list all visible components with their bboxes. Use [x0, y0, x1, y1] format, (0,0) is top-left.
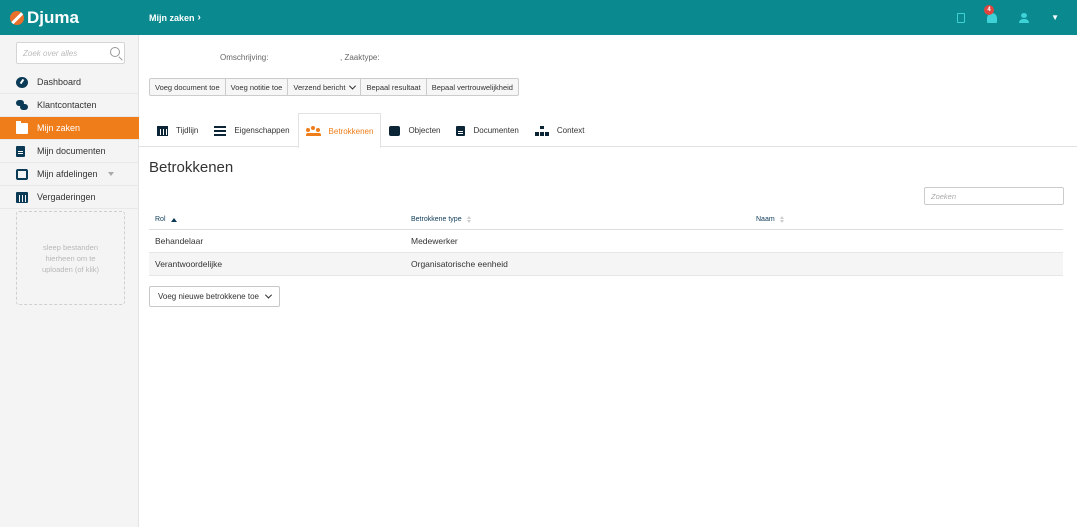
djuma-logo-icon — [10, 10, 24, 25]
sidebar-item-label: Klantcontacten — [37, 100, 97, 110]
sidebar-item-mijn-documenten[interactable]: Mijn documenten — [0, 140, 139, 163]
tab-eigenschappen[interactable]: Eigenschappen — [206, 113, 297, 147]
cell-rol: Verantwoordelijke — [155, 259, 223, 269]
cube-icon — [389, 125, 401, 136]
sort-icon — [466, 216, 472, 223]
sidebar-item-vergaderingen[interactable]: Vergaderingen — [0, 186, 139, 209]
tab-label: Eigenschappen — [234, 126, 290, 135]
table-row[interactable]: Behandelaar Medewerker — [149, 230, 1063, 253]
column-header-naam[interactable]: Naam — [750, 216, 1063, 223]
monitor-icon — [16, 168, 28, 180]
caret-down-icon[interactable] — [108, 172, 114, 176]
sidebar-item-klantcontacten[interactable]: Klantcontacten — [0, 94, 139, 117]
add-party-label: Voeg nieuwe betrokkene toe — [158, 292, 259, 301]
case-action-toolbar: Voeg document toe Voeg notitie toe Verze… — [149, 78, 519, 96]
set-confidentiality-button[interactable]: Bepaal vertrouwelijkheid — [427, 79, 518, 95]
upload-dropzone[interactable]: sleep bestanden hierheen om te uploaden … — [16, 211, 125, 305]
calendar-icon — [16, 191, 28, 203]
add-document-button[interactable]: Voeg document toe — [150, 79, 226, 95]
global-search-placeholder: Zoek over alles — [23, 48, 78, 58]
dropzone-text: sleep bestanden hierheen om te uploaden … — [41, 242, 100, 274]
cell-betrokkene-type: Organisatorische eenheid — [411, 259, 508, 269]
file-icon — [16, 145, 25, 157]
zaaktype-label: , Zaaktype: — [340, 53, 380, 62]
tab-tijdlijn[interactable]: Tijdlijn — [149, 113, 206, 147]
tab-objecten[interactable]: Objecten — [381, 113, 448, 147]
sidebar-item-label: Vergaderingen — [37, 192, 96, 202]
case-meta: Omschrijving: , Zaaktype: — [220, 53, 380, 62]
user-menu-button[interactable] — [1019, 12, 1030, 23]
sidebar-item-label: Mijn zaken — [37, 123, 81, 133]
case-tabs: Tijdlijn Eigenschappen Betrokkenen Objec… — [149, 113, 593, 148]
set-result-button[interactable]: Bepaal resultaat — [361, 79, 427, 95]
sidebar: Zoek over alles Dashboard Klantcontacten… — [0, 35, 139, 527]
search-icon[interactable] — [110, 47, 120, 57]
breadcrumb-mijn-zaken[interactable]: Mijn zaken — [149, 13, 195, 23]
notification-badge: 4 — [984, 4, 995, 15]
top-bar: Djuma Mijn zaken › 4 ▼ — [0, 0, 1077, 35]
calendar-icon — [157, 125, 168, 136]
tab-context[interactable]: Context — [527, 113, 593, 147]
tab-label: Documenten — [473, 126, 519, 135]
sidebar-nav: Dashboard Klantcontacten Mijn zaken Mijn… — [0, 71, 139, 209]
table-search-placeholder: Zoeken — [931, 191, 957, 201]
send-message-button[interactable]: Verzend bericht — [288, 79, 362, 95]
user-icon — [1019, 12, 1030, 23]
send-message-label: Verzend bericht — [293, 82, 346, 92]
sidebar-item-label: Mijn documenten — [37, 146, 106, 156]
chevron-down-icon — [264, 291, 273, 299]
brand-name: Djuma — [27, 7, 79, 27]
tab-betrokkenen[interactable]: Betrokkenen — [297, 113, 382, 148]
column-label: Rol — [155, 216, 166, 223]
sidebar-item-label: Dashboard — [37, 77, 82, 87]
tab-label: Betrokkenen — [328, 126, 374, 136]
page-title: Betrokkenen — [149, 159, 234, 176]
tab-label: Objecten — [408, 126, 441, 135]
tab-label: Context — [556, 126, 585, 135]
file-icon — [456, 125, 466, 136]
global-search-input[interactable]: Zoek over alles — [16, 42, 125, 64]
sidebar-item-label: Mijn afdelingen — [37, 169, 98, 179]
chevron-right-icon: › — [197, 12, 201, 23]
sidebar-item-mijn-zaken[interactable]: Mijn zaken — [0, 117, 139, 140]
column-label: Naam — [756, 216, 775, 223]
chevron-down-icon — [349, 82, 357, 90]
chat-icon — [16, 99, 28, 111]
sidebar-item-dashboard[interactable]: Dashboard — [0, 71, 139, 94]
table-header: Rol Betrokkene type Naam — [149, 210, 1063, 230]
sitemap-icon — [534, 125, 549, 136]
sort-ascending-icon — [170, 217, 177, 222]
column-header-betrokkene-type[interactable]: Betrokkene type — [405, 216, 750, 223]
table-row[interactable]: Verantwoordelijke Organisatorische eenhe… — [149, 253, 1063, 276]
sort-icon — [779, 216, 785, 223]
column-label: Betrokkene type — [411, 216, 462, 223]
documents-button[interactable] — [957, 12, 966, 23]
main-content: Omschrijving: , Zaaktype: Voeg document … — [139, 35, 1077, 527]
sidebar-item-mijn-afdelingen[interactable]: Mijn afdelingen — [0, 163, 139, 186]
tab-label: Tijdlijn — [176, 126, 199, 135]
column-header-rol[interactable]: Rol — [149, 216, 405, 223]
notifications-button[interactable]: 4 — [984, 4, 998, 23]
omschrijving-label: Omschrijving: — [220, 53, 269, 62]
cell-betrokkene-type: Medewerker — [411, 236, 458, 246]
folder-open-icon — [16, 120, 28, 134]
table-search-input[interactable]: Zoeken — [924, 187, 1064, 205]
caret-down-icon[interactable]: ▼ — [1051, 13, 1059, 22]
add-note-button[interactable]: Voeg notitie toe — [226, 79, 289, 95]
cell-rol: Behandelaar — [155, 236, 204, 246]
dashboard-icon — [16, 76, 28, 88]
list-icon — [214, 125, 227, 136]
breadcrumb[interactable]: Mijn zaken › — [139, 12, 201, 23]
parties-table: Rol Betrokkene type Naam Behandelaar Med… — [149, 210, 1063, 276]
add-party-button[interactable]: Voeg nieuwe betrokkene toe — [149, 286, 280, 307]
users-icon — [305, 126, 321, 136]
brand-logo[interactable]: Djuma — [0, 0, 139, 35]
tab-documenten[interactable]: Documenten — [448, 113, 526, 147]
document-icon — [957, 12, 966, 23]
